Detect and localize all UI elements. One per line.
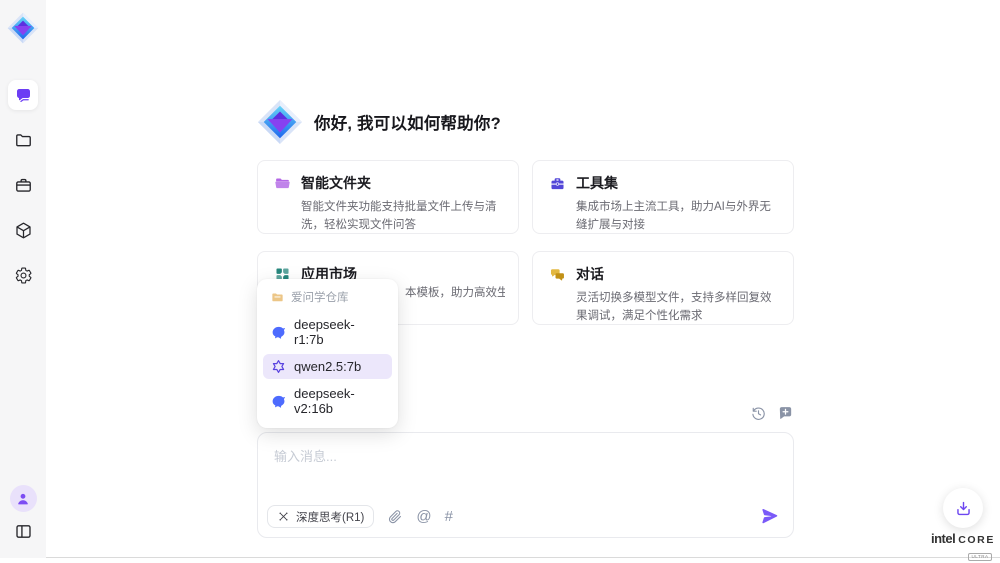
model-option-label: deepseek-r1:7b <box>294 317 384 347</box>
card-description: 本模板，助力高效生成多 <box>405 284 505 300</box>
model-dropdown: 爱问学仓库 deepseek-r1:7b qwen2.5:7b <box>257 279 398 428</box>
card-title: 工具集 <box>576 173 618 193</box>
toolbox-icon <box>549 175 566 192</box>
composer: 输入消息... 深度思考(R1) <box>257 432 794 538</box>
sidebar <box>0 0 46 558</box>
model-option-label: deepseek-v2:16b <box>294 386 384 416</box>
qwen-star-icon <box>271 359 286 374</box>
history-icon[interactable] <box>750 405 767 422</box>
smart-folder-icon <box>274 175 291 192</box>
sidebar-collapse-toggle[interactable] <box>8 516 38 546</box>
model-option-deepseek-v2[interactable]: deepseek-v2:16b <box>263 381 392 421</box>
model-option-qwen[interactable]: qwen2.5:7b <box>263 354 392 379</box>
sidebar-item-tools[interactable] <box>8 170 38 200</box>
hash-icon[interactable]: # <box>445 509 453 524</box>
greeting: 你好, 我可以如何帮助你? <box>257 99 501 145</box>
download-icon <box>954 499 973 518</box>
sidebar-item-folders[interactable] <box>8 125 38 155</box>
card-description: 灵活切换多模型文件，支持多样回复效果调试，满足个性化需求 <box>549 289 777 325</box>
deep-think-icon <box>277 510 290 523</box>
repo-folder-icon <box>271 291 284 304</box>
card-description: 集成市场上主流工具，助力AI与外界无缝扩展与对接 <box>549 198 777 234</box>
model-group-label: 爱问学仓库 <box>291 289 349 305</box>
deepseek-whale-icon <box>271 394 286 409</box>
card-toolset[interactable]: 工具集 集成市场上主流工具，助力AI与外界无缝扩展与对接 <box>532 160 794 234</box>
intel-core-logo: intel core ULTRA <box>927 532 999 562</box>
folder-icon <box>14 131 33 150</box>
at-icon[interactable]: @ <box>416 509 431 524</box>
ultra-badge: ULTRA <box>968 553 993 562</box>
model-option-label: qwen2.5:7b <box>294 359 361 374</box>
new-chat-icon[interactable] <box>777 405 794 422</box>
model-option-deepseek-r1[interactable]: deepseek-r1:7b <box>263 312 392 352</box>
sidebar-item-models[interactable] <box>8 215 38 245</box>
briefcase-icon <box>14 176 33 195</box>
app-window: 你好, 我可以如何帮助你? 智能文件夹 智能文件夹功能支持批量文件上传与清洗，轻… <box>0 0 1000 558</box>
dialogue-bubbles-icon <box>549 266 566 283</box>
paperclip-icon[interactable] <box>387 509 403 525</box>
card-title: 对话 <box>576 264 604 284</box>
core-wordmark: core <box>958 535 995 546</box>
greeting-title: 你好, 我可以如何帮助你? <box>314 110 501 134</box>
deep-think-label: 深度思考(R1) <box>296 509 364 525</box>
cube-icon <box>14 221 33 240</box>
app-logo-icon <box>7 12 39 44</box>
sidebar-item-settings[interactable] <box>8 260 38 290</box>
user-avatar[interactable] <box>10 485 37 512</box>
gear-icon <box>14 266 33 285</box>
card-smart-folder[interactable]: 智能文件夹 智能文件夹功能支持批量文件上传与清洗，轻松实现文件问答 <box>257 160 519 234</box>
main-content: 你好, 我可以如何帮助你? 智能文件夹 智能文件夹功能支持批量文件上传与清洗，轻… <box>257 0 794 558</box>
greeting-logo-icon <box>257 99 303 145</box>
user-icon <box>15 491 31 507</box>
message-input[interactable]: 输入消息... <box>274 446 337 465</box>
download-button[interactable] <box>943 488 983 528</box>
deep-think-button[interactable]: 深度思考(R1) <box>267 505 374 528</box>
send-icon[interactable] <box>761 508 779 526</box>
deepseek-whale-icon <box>271 325 286 340</box>
panel-toggle-icon <box>14 522 33 541</box>
card-description: 智能文件夹功能支持批量文件上传与清洗，轻松实现文件问答 <box>274 198 502 234</box>
chat-icon <box>14 86 33 105</box>
card-dialogue[interactable]: 对话 灵活切换多模型文件，支持多样回复效果调试，满足个性化需求 <box>532 251 794 325</box>
card-title: 智能文件夹 <box>301 173 371 193</box>
sidebar-item-chat[interactable] <box>8 80 38 110</box>
model-group-header: 爱问学仓库 <box>263 286 392 310</box>
intel-wordmark: intel <box>931 532 955 545</box>
